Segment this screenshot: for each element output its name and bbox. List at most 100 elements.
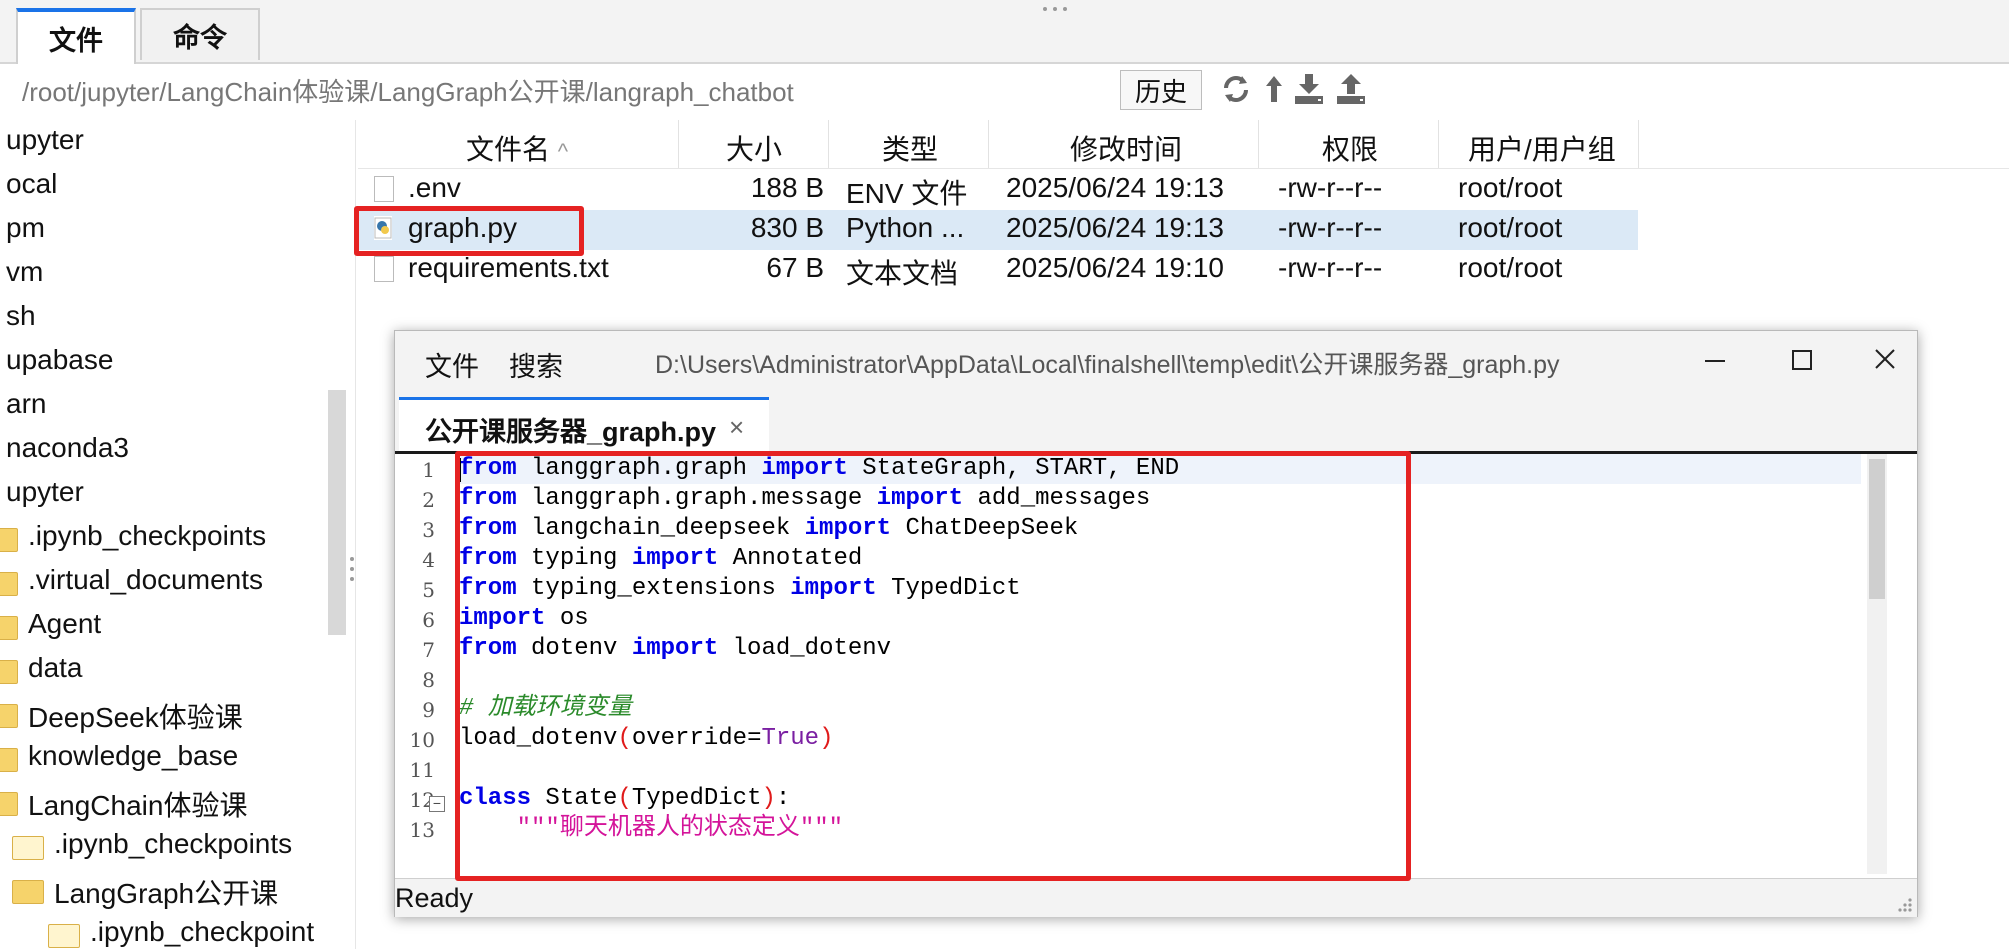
col-header-name[interactable]: 文件名 ^ [466,128,568,168]
path-input[interactable]: /root/jupyter/LangChain体验课/LangGraph公开课/… [22,72,794,109]
col-header-permission[interactable]: 权限 [1322,128,1378,168]
folder-icon [12,836,44,860]
table-row[interactable]: .env 188 B ENV 文件 2025/06/24 19:13 -rw-r--r-… [358,170,1638,210]
column-divider[interactable] [1438,120,1439,168]
editor-status-bar: Ready [395,878,1917,917]
column-divider[interactable] [1638,120,1639,168]
line-number: 5 [422,578,435,602]
file-icon [374,256,394,282]
file-owner: root/root [1458,252,1563,283]
line-number: 2 [422,488,435,512]
tree-item[interactable]: pm [6,212,45,244]
file-type: Python ... [846,212,965,243]
tree-scrollbar[interactable] [328,390,346,635]
tree-item[interactable]: vm [6,256,43,288]
folder-icon [0,792,18,816]
tree-item[interactable]: .ipynb_checkpoints [28,520,266,552]
fold-toggle-icon[interactable]: − [429,796,445,812]
tree-item[interactable]: knowledge_base [28,740,238,772]
line-number: 8 [422,668,435,692]
folder-icon [0,704,18,728]
tree-item[interactable]: .ipynb_checkpoints [54,828,292,860]
tree-item[interactable]: .virtual_documents [28,564,263,596]
tree-item[interactable]: LangChain体验课 [28,784,247,824]
file-name: requirements.txt [408,252,609,283]
tab-commands-label: 命令 [173,22,227,53]
upload-icon[interactable] [1334,72,1366,106]
line-number: 11 [409,758,435,782]
column-divider[interactable] [678,120,679,168]
editor-tab-strip: 公开课服务器_graph.py × [395,391,1917,454]
file-mtime: 2025/06/24 19:10 [1006,252,1224,283]
line-number: 7 [422,638,435,662]
column-divider[interactable] [828,120,829,168]
tree-item[interactable]: DeepSeek体验课 [28,696,243,736]
line-number: 13 [409,818,435,842]
tree-item[interactable]: data [28,652,83,684]
close-icon[interactable] [1865,343,1905,379]
column-divider[interactable] [1258,120,1259,168]
download-icon[interactable] [1292,72,1324,106]
tree-item[interactable]: Agent [28,608,101,640]
tab-files-label: 文件 [49,25,103,56]
file-size: 830 B [750,212,824,243]
tree-item[interactable]: naconda3 [6,432,129,464]
file-owner: root/root [1458,172,1563,203]
editor-scrollbar-thumb[interactable] [1869,459,1885,599]
file-name: .env [408,172,461,203]
editor-tab[interactable]: 公开课服务器_graph.py × [399,397,769,451]
history-button-label: 历史 [1134,76,1187,107]
col-header-size[interactable]: 大小 [726,128,782,168]
editor-tab-label: 公开课服务器_graph.py [425,417,717,447]
col-header-owner[interactable]: 用户/用户组 [1468,128,1616,168]
file-icon [374,176,394,202]
tree-item[interactable]: upabase [6,344,113,376]
tab-close-icon[interactable]: × [729,412,744,443]
tree-item[interactable]: arn [6,388,46,420]
minimize-icon[interactable] [1695,343,1735,379]
folder-icon [0,748,18,772]
editor-titlebar[interactable]: 文件 搜索 D:\Users\Administrator\AppData\Loc… [395,331,1917,391]
file-type: 文本文档 [846,258,959,289]
editor-window-title: D:\Users\Administrator\AppData\Local\fin… [655,351,1560,379]
file-mtime: 2025/06/24 19:13 [1006,172,1224,203]
tree-item[interactable]: upyter [6,124,84,156]
file-type: ENV 文件 [846,178,968,209]
tab-files[interactable]: 文件 [16,8,136,64]
line-number: 10 [409,728,435,752]
maximize-icon[interactable] [1781,343,1821,379]
tab-commands[interactable]: 命令 [140,8,260,60]
column-divider[interactable] [988,120,989,168]
tree-item[interactable]: upyter [6,476,84,508]
file-permission: -rw-r--r-- [1278,252,1383,283]
file-permission: -rw-r--r-- [1278,172,1383,203]
file-owner: root/root [1458,212,1563,243]
col-header-name-label: 文件名 [466,134,551,165]
folder-icon [0,616,18,640]
annotation-highlight-box [354,206,584,256]
menu-file[interactable]: 文件 [425,345,479,384]
top-tab-bar [0,0,2009,64]
annotation-highlight-box [455,451,1411,881]
file-size: 188 B [750,172,824,203]
table-row[interactable]: requirements.txt 67 B 文本文档 2025/06/24 19:10… [358,250,1638,290]
line-number: 9 [422,698,435,722]
drag-grip-icon[interactable] [1040,0,1070,11]
tree-item[interactable]: sh [6,300,36,332]
menu-search[interactable]: 搜索 [509,345,563,384]
splitter-handle-icon[interactable] [348,555,356,585]
line-number: 1 [422,458,435,482]
status-text: Ready [395,883,474,913]
directory-tree: upyter ocal pm vm sh upabase arn naconda3 upyter… [0,120,330,949]
tree-item[interactable]: ocal [6,168,57,200]
history-button[interactable]: 历史 [1120,70,1202,110]
folder-icon [12,880,44,904]
line-number: 6 [422,608,435,632]
col-header-mtime[interactable]: 修改时间 [1070,128,1182,168]
col-header-type[interactable]: 类型 [882,128,938,168]
refresh-icon[interactable] [1220,72,1252,106]
resize-grip-icon[interactable] [1895,895,1913,913]
tree-item[interactable]: LangGraph公开课 [54,872,278,912]
tree-item[interactable]: .ipynb_checkpoint [90,916,314,948]
up-arrow-icon[interactable] [1262,72,1294,106]
